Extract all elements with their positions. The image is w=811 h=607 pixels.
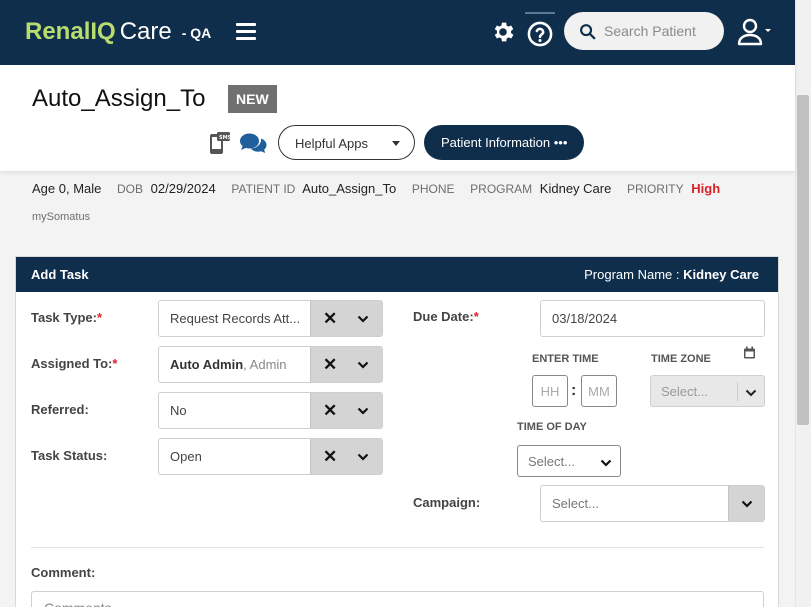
brand-iq: IQ	[90, 18, 116, 45]
assigned-to-label: Assigned To:*	[31, 356, 118, 371]
user-menu[interactable]	[737, 18, 773, 46]
program-name: Program Name : Kidney Care	[584, 267, 759, 282]
status-badge: NEW	[228, 85, 277, 113]
assigned-to-select[interactable]: Auto Admin, Admin ✕	[158, 346, 383, 383]
section-divider	[31, 547, 764, 548]
clear-icon[interactable]: ✕	[323, 309, 337, 329]
referred-label: Referred:	[31, 402, 89, 417]
patient-header: Auto_Assign_To NEW SMS Helpful Apps Pati…	[0, 65, 795, 171]
brand-logo[interactable]: RenalIQ Care - QA	[25, 18, 211, 46]
campaign-label: Campaign:	[413, 495, 481, 510]
enter-time-label: ENTER TIME	[532, 353, 599, 365]
chevron-down-icon[interactable]	[741, 498, 753, 510]
helpful-apps-dropdown[interactable]: Helpful Apps	[278, 125, 415, 160]
patient-name: Auto_Assign_To	[32, 85, 206, 112]
chat-icon[interactable]	[238, 132, 268, 154]
task-status-label: Task Status:	[31, 448, 108, 463]
patient-id-value: Auto_Assign_To	[302, 181, 397, 196]
chevron-down-icon	[745, 389, 757, 397]
add-task-title: Add Task	[31, 267, 89, 282]
task-type-value: Request Records Att...	[170, 311, 301, 326]
chevron-down-icon[interactable]	[357, 451, 369, 463]
clear-icon[interactable]: ✕	[323, 447, 337, 467]
chevron-down-icon[interactable]	[357, 405, 369, 417]
calendar-icon[interactable]	[743, 346, 756, 359]
task-status-value: Open	[170, 449, 202, 464]
time-of-day-label: TIME OF DAY	[517, 421, 587, 433]
gear-icon[interactable]	[490, 19, 516, 45]
svg-text:SMS: SMS	[219, 135, 231, 141]
top-nav: RenalIQ Care - QA	[0, 0, 795, 65]
program-name-label: Program Name :	[584, 267, 680, 282]
time-separator: :	[571, 382, 577, 399]
program-label: PROGRAM	[470, 182, 533, 196]
clear-icon[interactable]: ✕	[323, 401, 337, 421]
search-icon[interactable]	[579, 23, 596, 40]
minute-input[interactable]: MM	[581, 375, 617, 407]
program-value: Kidney Care	[539, 181, 612, 196]
brand-renal: Renal	[25, 18, 91, 45]
comment-label: Comment:	[31, 565, 96, 580]
hour-input[interactable]: HH	[532, 375, 568, 407]
organization-label: mySomatus	[32, 211, 91, 223]
search-input[interactable]	[604, 20, 714, 42]
add-task-panel: Add Task Program Name : Kidney Care Task…	[15, 256, 779, 607]
task-type-label: Task Type:*	[31, 310, 103, 325]
time-zone-value: Select...	[661, 384, 708, 399]
environment-label: - QA	[181, 24, 212, 41]
sms-icon[interactable]: SMS	[209, 131, 232, 155]
help-icon[interactable]	[525, 12, 555, 52]
patient-information-button[interactable]: Patient Information •••	[424, 125, 584, 160]
phone-label: PHONE	[411, 182, 455, 196]
menu-icon[interactable]	[236, 23, 256, 41]
time-zone-select[interactable]: Select...	[650, 375, 765, 407]
comment-textarea[interactable]: Comments	[31, 591, 764, 607]
chevron-down-icon[interactable]	[357, 359, 369, 371]
campaign-select[interactable]: Select...	[540, 485, 765, 522]
chevron-down-icon	[600, 459, 612, 467]
priority-value: High	[691, 181, 721, 196]
caret-down-icon	[392, 141, 400, 146]
task-type-select[interactable]: Request Records Att... ✕	[158, 300, 383, 337]
dob-value: 02/29/2024	[150, 181, 216, 196]
due-date-input[interactable]: 03/18/2024	[540, 300, 765, 337]
brand-care: Care	[119, 18, 172, 45]
campaign-value: Select...	[552, 496, 599, 511]
due-date-label: Due Date:*	[413, 309, 479, 324]
referred-value: No	[170, 403, 187, 418]
time-of-day-select[interactable]: Select...	[517, 445, 621, 477]
referred-select[interactable]: No ✕	[158, 392, 383, 429]
helpful-apps-label: Helpful Apps	[295, 136, 368, 151]
priority-label: PRIORITY	[626, 182, 684, 196]
user-icon	[737, 18, 771, 46]
scrollbar-thumb[interactable]	[797, 95, 809, 425]
patient-search	[564, 12, 724, 50]
dob-label: DOB	[117, 182, 144, 196]
time-of-day-value: Select...	[528, 454, 575, 469]
clear-icon[interactable]: ✕	[323, 355, 337, 375]
time-zone-label: TIME ZONE	[651, 353, 711, 365]
assigned-to-value: Auto Admin, Admin	[170, 357, 287, 372]
program-name-value: Kidney Care	[683, 267, 759, 282]
task-status-select[interactable]: Open ✕	[158, 438, 383, 475]
patient-id-label: PATIENT ID	[231, 182, 296, 196]
demographics-bar: Age 0, Male DOB 02/29/2024 PATIENT ID Au…	[32, 181, 724, 196]
age-sex: Age 0, Male	[32, 181, 102, 196]
add-task-header: Add Task Program Name : Kidney Care	[16, 257, 778, 292]
chevron-down-icon[interactable]	[357, 313, 369, 325]
